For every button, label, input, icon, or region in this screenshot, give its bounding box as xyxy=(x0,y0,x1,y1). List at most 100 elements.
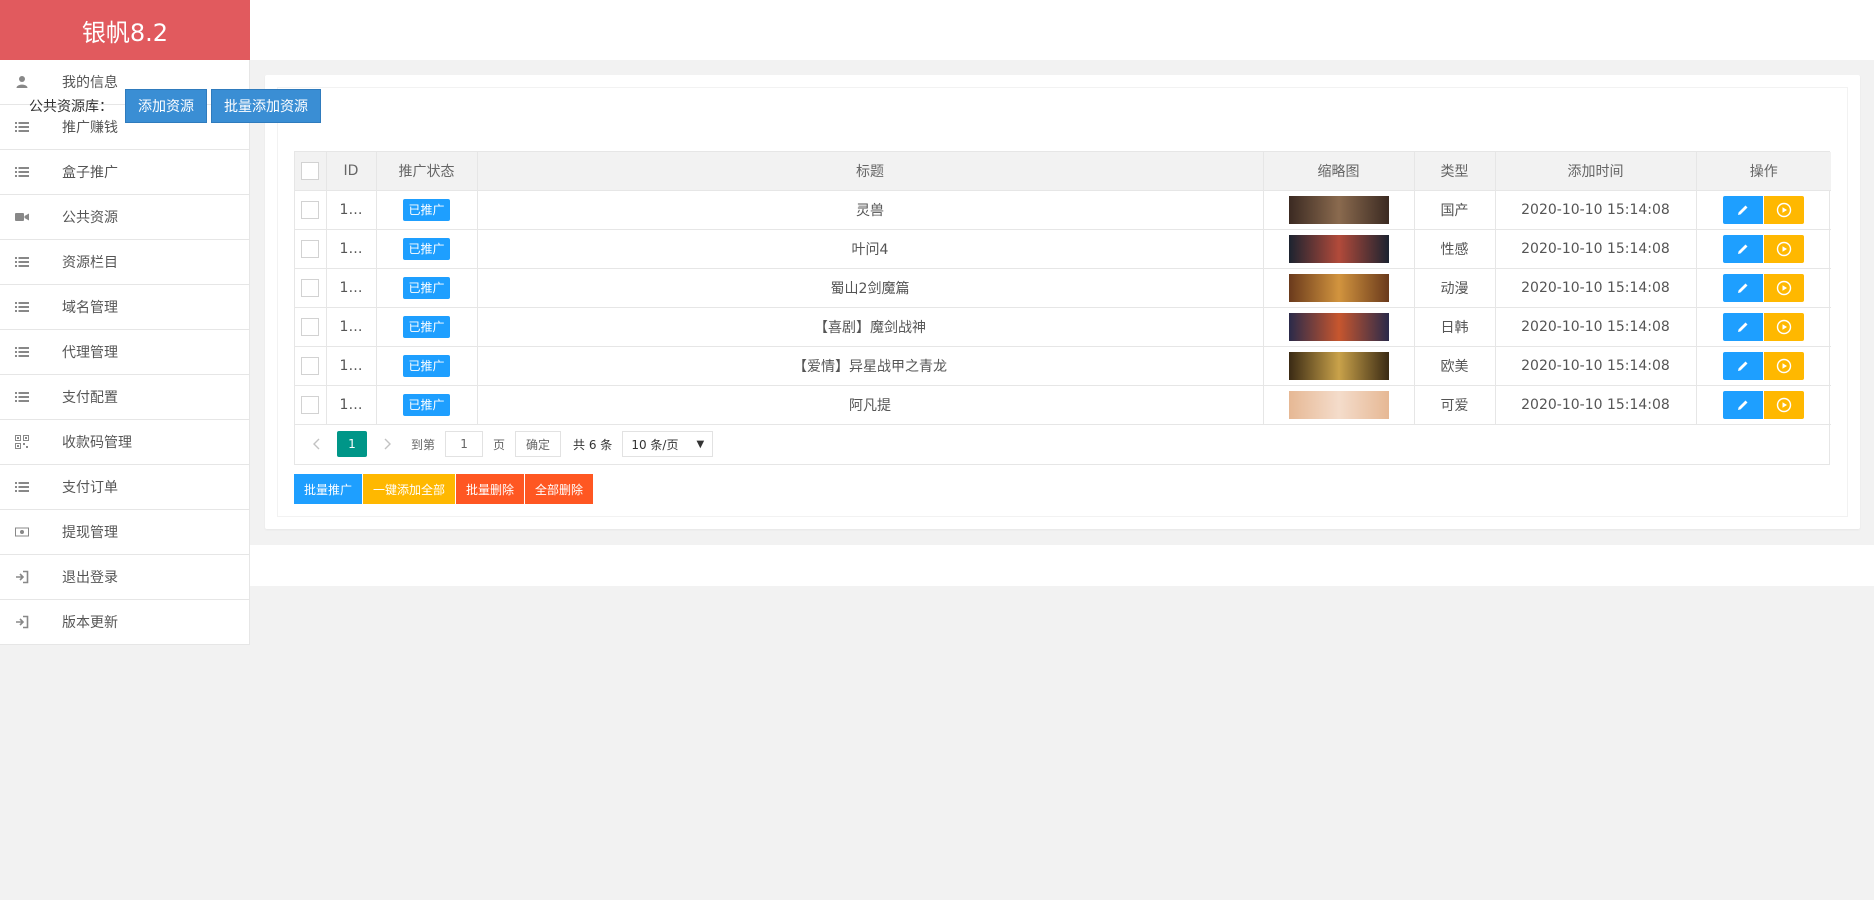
sidebar-item-label: 提现管理 xyxy=(62,525,118,541)
row-checkbox[interactable] xyxy=(301,200,320,219)
row-checkbox[interactable] xyxy=(301,356,320,375)
sidebar-item-label: 公共资源 xyxy=(62,210,118,226)
sidebar-item-6[interactable]: 代理管理 xyxy=(0,330,250,375)
edit-button[interactable] xyxy=(1723,312,1764,341)
add-resource-button[interactable]: 添加资源 xyxy=(125,89,207,123)
list-icon xyxy=(12,165,32,179)
add-all-button[interactable]: 一键添加全部 xyxy=(363,474,456,504)
play-circle-icon xyxy=(1777,319,1792,334)
play-button[interactable] xyxy=(1764,195,1805,224)
status-badge: 已推广 xyxy=(403,354,450,377)
row-type: 日韩 xyxy=(1414,307,1496,347)
thumbnail-image xyxy=(1288,195,1389,224)
sidebar-item-8[interactable]: 收款码管理 xyxy=(0,420,250,465)
page-size-select[interactable]: 10 条/页 ▼ xyxy=(622,431,714,457)
row-checkbox[interactable] xyxy=(301,239,320,258)
thumbnail-image xyxy=(1288,351,1389,380)
row-status-cell: 已推广 xyxy=(376,229,478,269)
resource-toolbar: 公共资源库： 添加资源 批量添加资源 xyxy=(29,89,325,123)
current-page[interactable]: 1 xyxy=(337,431,367,457)
list-icon xyxy=(12,255,32,269)
thumbnail-image xyxy=(1288,312,1389,341)
play-button[interactable] xyxy=(1764,351,1805,380)
edit-button[interactable] xyxy=(1723,195,1764,224)
table-row: 1… 已推广 阿凡提 可爱 2020-10-10 15:14:08 xyxy=(295,385,1831,425)
play-button[interactable] xyxy=(1764,312,1805,341)
sidebar-item-7[interactable]: 支付配置 xyxy=(0,375,250,420)
col-header-type: 类型 xyxy=(1414,152,1496,191)
row-title: 阿凡提 xyxy=(477,385,1264,425)
sidebar-item-11[interactable]: 退出登录 xyxy=(0,555,250,600)
sidebar-item-label: 版本更新 xyxy=(62,615,118,631)
row-id: 1… xyxy=(326,190,377,230)
play-circle-icon xyxy=(1777,202,1792,217)
prev-page-icon[interactable] xyxy=(305,438,327,450)
play-button[interactable] xyxy=(1764,390,1805,419)
col-header-thumbnail: 缩略图 xyxy=(1263,152,1415,191)
row-type: 可爱 xyxy=(1414,385,1496,425)
sidebar-item-5[interactable]: 域名管理 xyxy=(0,285,250,330)
table-row: 1… 已推广 叶问4 性感 2020-10-10 15:14:08 xyxy=(295,229,1831,269)
row-thumbnail-cell xyxy=(1263,229,1415,269)
select-all-checkbox[interactable] xyxy=(301,161,320,180)
sidebar-item-12[interactable]: 版本更新 xyxy=(0,600,250,645)
delete-all-button[interactable]: 全部删除 xyxy=(525,474,594,504)
toolbar-label: 公共资源库： xyxy=(29,99,113,115)
row-status-cell: 已推广 xyxy=(376,268,478,308)
row-select-cell xyxy=(295,385,327,425)
row-actions-cell xyxy=(1696,346,1831,386)
edit-button[interactable] xyxy=(1723,351,1764,380)
row-thumbnail-cell xyxy=(1263,385,1415,425)
status-badge: 已推广 xyxy=(403,237,450,260)
pencil-icon xyxy=(1738,322,1748,332)
row-checkbox[interactable] xyxy=(301,278,320,297)
batch-delete-button[interactable]: 批量删除 xyxy=(456,474,525,504)
play-button[interactable] xyxy=(1764,234,1805,263)
pagination: 1 到第 页 确定 共 6 条 10 条/页 ▼ xyxy=(295,425,1829,464)
page-size-value: 10 条/页 xyxy=(631,437,679,452)
play-circle-icon xyxy=(1777,358,1792,373)
row-actions-cell xyxy=(1696,229,1831,269)
col-header-id: ID xyxy=(326,152,377,191)
goto-label: 到第 xyxy=(411,437,436,452)
row-thumbnail-cell xyxy=(1263,346,1415,386)
row-title: 【爱情】异星战甲之青龙 xyxy=(477,346,1264,386)
batch-promote-button[interactable]: 批量推广 xyxy=(294,474,363,504)
page-unit-label: 页 xyxy=(493,437,506,452)
row-checkbox[interactable] xyxy=(301,317,320,336)
play-circle-icon xyxy=(1777,241,1792,256)
row-status-cell: 已推广 xyxy=(376,346,478,386)
sidebar-item-9[interactable]: 支付订单 xyxy=(0,465,250,510)
row-actions-cell xyxy=(1696,268,1831,308)
edit-button[interactable] xyxy=(1723,390,1764,419)
app-title: 银帆8.2 xyxy=(0,0,250,60)
next-page-icon[interactable] xyxy=(377,438,399,450)
sidebar-nav: 我的信息 推广赚钱 盒子推广 公共资源 资源栏目 域名管理 代理管理 支付配置 收款码管理 支付订… xyxy=(0,60,250,645)
play-button[interactable] xyxy=(1764,273,1805,302)
row-id: 1… xyxy=(326,385,377,425)
video-camera-icon xyxy=(12,210,32,224)
goto-page-input[interactable] xyxy=(445,431,484,457)
sidebar-item-2[interactable]: 盒子推广 xyxy=(0,150,250,195)
edit-button[interactable] xyxy=(1723,273,1764,302)
sidebar-item-3[interactable]: 公共资源 xyxy=(0,195,250,240)
goto-confirm-button[interactable]: 确定 xyxy=(515,431,562,457)
row-thumbnail-cell xyxy=(1263,268,1415,308)
sidebar-item-10[interactable]: 提现管理 xyxy=(0,510,250,555)
table-row: 1… 已推广 灵兽 国产 2020-10-10 15:14:08 xyxy=(295,190,1831,230)
list-icon xyxy=(12,300,32,314)
row-type: 动漫 xyxy=(1414,268,1496,308)
pencil-icon xyxy=(1738,400,1748,410)
sidebar-item-4[interactable]: 资源栏目 xyxy=(0,240,250,285)
row-actions-cell xyxy=(1696,190,1831,230)
row-checkbox[interactable] xyxy=(301,395,320,414)
row-type: 欧美 xyxy=(1414,346,1496,386)
row-title: 灵兽 xyxy=(477,190,1264,230)
edit-button[interactable] xyxy=(1723,234,1764,263)
batch-add-resource-button[interactable]: 批量添加资源 xyxy=(211,89,321,123)
row-id: 1… xyxy=(326,229,377,269)
top-bar xyxy=(248,0,1874,60)
user-icon xyxy=(12,75,32,89)
col-header-title: 标题 xyxy=(477,152,1264,191)
row-select-cell xyxy=(295,229,327,269)
